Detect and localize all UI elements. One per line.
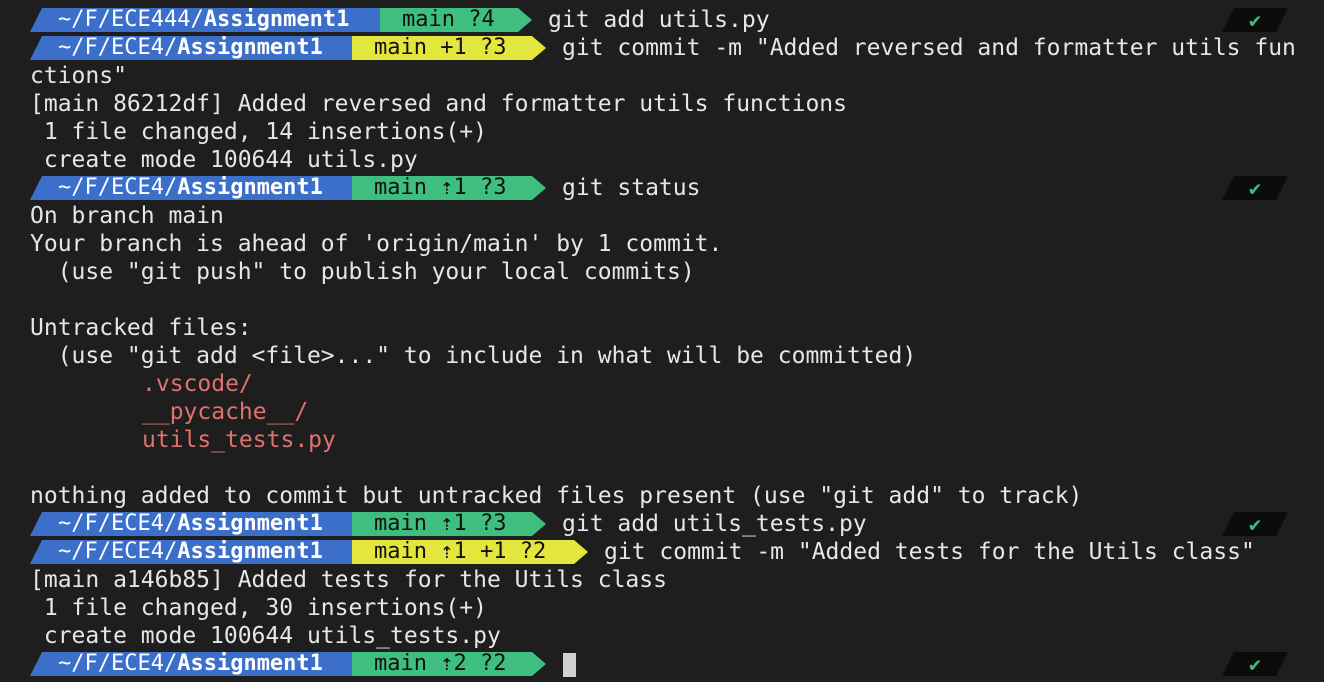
dir-name: Assignment1 (177, 175, 323, 200)
prompt-line: ~/F/ECE4/Assignment1 main +1 ?3 git comm… (0, 34, 1324, 62)
git-status-segment: main ⇡2 ?2 (352, 652, 546, 676)
untracked-file: utils_tests.py (142, 427, 336, 453)
output-line: [main 86212df] Added reversed and format… (30, 91, 847, 117)
git-status-segment: main +1 ?3 (352, 36, 546, 60)
git-branch-info: main ⇡1 ?3 (374, 175, 507, 200)
git-status-segment: main ?4 (380, 8, 532, 32)
dir-path: ~/F/ECE4/ (58, 175, 178, 200)
output-line: Untracked files: (30, 315, 252, 341)
git-status-segment: main ⇡1 ?3 (352, 512, 546, 536)
output-line: (use "git push" to publish your local co… (30, 259, 695, 285)
untracked-file: .vscode/ (142, 371, 253, 397)
output-line: 1 file changed, 30 insertions(+) (30, 595, 487, 621)
success-check-icon: ✔ (1222, 652, 1288, 676)
command-text: git status (562, 175, 701, 201)
command-text: git add utils.py (548, 7, 770, 33)
directory-segment: ~/F/ECE4/Assignment1 (30, 36, 382, 60)
output-line: On branch main (30, 203, 224, 229)
directory-segment: ~/F/ECE444/Assignment1 (30, 8, 410, 32)
success-check-icon: ✔ (1222, 176, 1288, 200)
dir-path: ~/F/ECE4/ (58, 511, 178, 536)
directory-segment: ~/F/ECE4/Assignment1 (30, 512, 382, 536)
untracked-file: __pycache__/ (142, 399, 309, 425)
git-branch-info: main ⇡1 ?3 (374, 511, 507, 536)
output-line: Your branch is ahead of 'origin/main' by… (30, 231, 723, 257)
git-branch-info: main ⇡1 +1 ?2 (374, 539, 547, 564)
dir-name: Assignment1 (177, 35, 323, 60)
dir-path: ~/F/ECE444/ (58, 7, 204, 32)
command-text: git commit -m "Added tests for the Utils… (604, 539, 1255, 565)
output-line: [main a146b85] Added tests for the Utils… (30, 567, 667, 593)
command-text: git commit -m "Added reversed and format… (562, 35, 1296, 61)
git-branch-info: main ?4 (402, 7, 495, 32)
directory-segment: ~/F/ECE4/Assignment1 (30, 540, 382, 564)
text-cursor[interactable] (563, 653, 576, 677)
dir-path: ~/F/ECE4/ (58, 651, 178, 676)
success-check-icon: ✔ (1222, 512, 1288, 536)
git-branch-info: main ⇡2 ?2 (374, 651, 507, 676)
directory-segment: ~/F/ECE4/Assignment1 (30, 176, 382, 200)
success-check-icon: ✔ (1222, 8, 1288, 32)
dir-name: Assignment1 (177, 539, 323, 564)
output-line: create mode 100644 utils.py (30, 147, 418, 173)
prompt-line: ~/F/ECE4/Assignment1 main ⇡1 ?3 git stat… (0, 174, 1324, 202)
output-line: 1 file changed, 14 insertions(+) (30, 119, 487, 145)
output-line: ctions" (30, 63, 127, 89)
dir-path: ~/F/ECE4/ (58, 539, 178, 564)
output-line: nothing added to commit but untracked fi… (30, 483, 1083, 509)
dir-path: ~/F/ECE4/ (58, 35, 178, 60)
dir-name: Assignment1 (177, 651, 323, 676)
terminal-window[interactable]: ~/F/ECE444/Assignment1 main ?4 git add u… (0, 0, 1324, 682)
git-status-segment: main ⇡1 ?3 (352, 176, 546, 200)
git-status-segment: main ⇡1 +1 ?2 (352, 540, 588, 564)
output-line: create mode 100644 utils_tests.py (30, 623, 501, 649)
dir-name: Assignment1 (203, 7, 350, 32)
command-text: git add utils_tests.py (562, 511, 867, 537)
prompt-line: ~/F/ECE444/Assignment1 main ?4 git add u… (0, 6, 1324, 34)
prompt-line: ~/F/ECE4/Assignment1 main ⇡2 ?2 ✔ (0, 650, 1324, 678)
dir-name: Assignment1 (177, 511, 323, 536)
git-branch-info: main +1 ?3 (374, 35, 507, 60)
prompt-line: ~/F/ECE4/Assignment1 main ⇡1 ?3 git add … (0, 510, 1324, 538)
output-line: (use "git add <file>..." to include in w… (30, 343, 917, 369)
prompt-line: ~/F/ECE4/Assignment1 main ⇡1 +1 ?2 git c… (0, 538, 1324, 566)
directory-segment: ~/F/ECE4/Assignment1 (30, 652, 382, 676)
